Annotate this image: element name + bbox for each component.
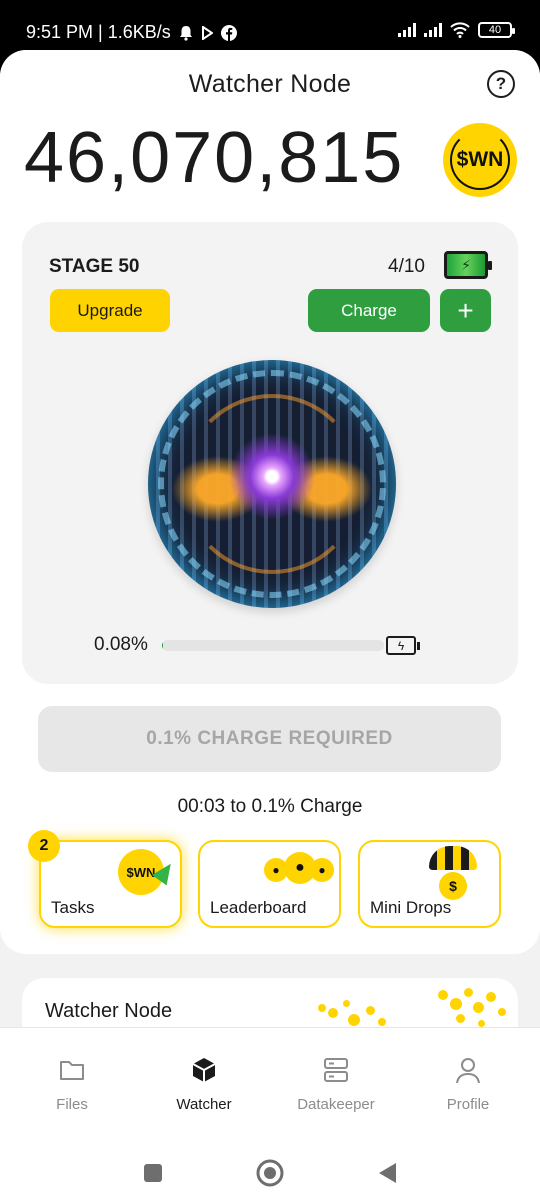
page-title: Watcher Node: [188, 70, 352, 98]
bell-icon: [179, 25, 192, 41]
charge-timer: 00:03 to 0.1% Charge: [177, 796, 363, 817]
charges-count: 4/10: [388, 256, 425, 277]
nav-watcher-label: Watcher: [176, 1096, 232, 1113]
system-nav-bar: [0, 1155, 540, 1200]
dollar-coin-icon: $: [439, 872, 467, 900]
cube-icon: [192, 1058, 216, 1082]
nav-datakeeper[interactable]: Datakeeper: [276, 1056, 396, 1113]
battery-charging-icon: ⚡: [444, 251, 492, 279]
tasks-tile[interactable]: $WN Tasks: [39, 840, 182, 928]
progress-bar: [162, 640, 384, 651]
people-group-icon: ● ● ●: [264, 852, 334, 884]
balance-amount: 46,070,815: [24, 118, 405, 198]
nav-files-label: Files: [56, 1096, 88, 1113]
charge-required-button[interactable]: 0.1% CHARGE REQUIRED: [38, 706, 501, 772]
battery-bolt-icon: ϟ: [386, 636, 420, 655]
folder-icon: [60, 1061, 84, 1080]
tasks-count-badge: 2: [28, 830, 60, 862]
recents-icon[interactable]: [143, 1163, 163, 1183]
map-card-title: Watcher Node: [45, 1000, 173, 1022]
wifi-icon: [450, 22, 470, 38]
battery-status: 40: [478, 22, 515, 38]
server-icon: [324, 1058, 348, 1082]
leaderboard-tile[interactable]: ● ● ● Leaderboard: [198, 840, 341, 928]
app-screen: Watcher Node ? 46,070,815 $WN STAGE 50 4…: [0, 50, 540, 1200]
nav-datakeeper-label: Datakeeper: [297, 1096, 375, 1113]
main-card: Watcher Node ? 46,070,815 $WN STAGE 50 4…: [0, 50, 540, 954]
leaderboard-label: Leaderboard: [210, 898, 307, 917]
tasks-label: Tasks: [51, 898, 95, 917]
play-icon: [201, 25, 213, 40]
facebook-icon: [220, 24, 237, 41]
nav-watcher[interactable]: Watcher: [144, 1056, 264, 1113]
user-icon: [456, 1058, 480, 1084]
mini-drops-label: Mini Drops: [370, 898, 452, 917]
mini-drops-tile[interactable]: $ Mini Drops: [358, 840, 501, 928]
progress-percent: 0.08%: [94, 634, 148, 655]
wn-coin-icon: $WN: [443, 123, 517, 197]
status-left: 9:51 PM | 1.6KB/s: [26, 22, 237, 43]
nav-profile-label: Profile: [446, 1096, 490, 1113]
signal-icon: [398, 23, 416, 37]
nav-files[interactable]: Files: [12, 1056, 132, 1113]
nav-profile[interactable]: Profile: [408, 1056, 528, 1113]
stage-panel: STAGE 50 4/10 ⚡ Upgrade Charge + 0.08% ϟ: [22, 222, 518, 684]
add-charge-button[interactable]: +: [440, 289, 491, 332]
help-icon[interactable]: ?: [487, 70, 515, 98]
signal-icon: [424, 23, 442, 37]
watcher-orb-image[interactable]: [148, 360, 396, 608]
stage-label: STAGE 50: [49, 256, 140, 277]
charge-button[interactable]: Charge: [308, 289, 430, 332]
status-time: 9:51 PM | 1.6KB/s: [26, 22, 171, 42]
status-right: 40: [398, 22, 515, 38]
parachute-icon: [429, 846, 477, 870]
home-icon[interactable]: [256, 1159, 284, 1187]
upgrade-button[interactable]: Upgrade: [50, 289, 170, 332]
back-icon[interactable]: [376, 1161, 398, 1185]
